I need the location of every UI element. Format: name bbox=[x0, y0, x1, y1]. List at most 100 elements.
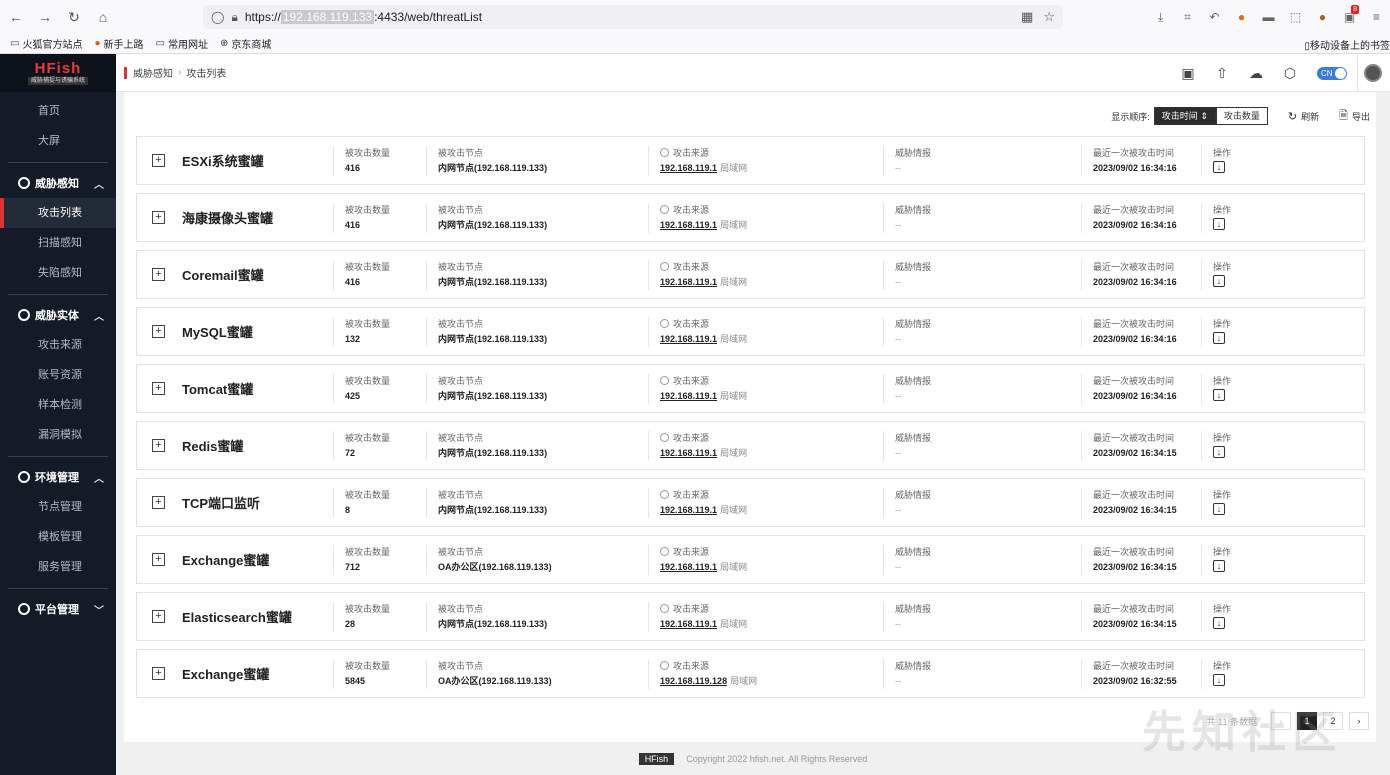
expand-icon[interactable]: + bbox=[152, 496, 165, 509]
sidebar-item-sample-detection[interactable]: 样本检测 bbox=[0, 390, 116, 420]
attack-source-link[interactable]: 192.168.119.1 bbox=[660, 391, 717, 401]
expand-icon[interactable]: + bbox=[152, 439, 165, 452]
sidebar-item-attack-list[interactable]: 攻击列表 bbox=[0, 198, 116, 228]
chevron-up-icon: ︿ bbox=[94, 474, 104, 485]
language-toggle[interactable]: CN bbox=[1317, 66, 1347, 80]
document-icon[interactable]: ▣ bbox=[1171, 54, 1205, 92]
extension-hat-icon[interactable]: ▬ bbox=[1255, 5, 1282, 29]
threat-intel-value: -- bbox=[895, 391, 901, 401]
attack-source-link[interactable]: 192.168.119.128 bbox=[660, 676, 727, 686]
attack-source-link[interactable]: 192.168.119.1 bbox=[660, 220, 717, 230]
attack-source-link[interactable]: 192.168.119.1 bbox=[660, 163, 717, 173]
download-icon[interactable]: ↓ bbox=[1213, 218, 1225, 230]
expand-icon[interactable]: + bbox=[152, 382, 165, 395]
hexagon-settings-icon[interactable]: ⬡ bbox=[1273, 54, 1307, 92]
extension-badge-icon[interactable]: ▣ 8 bbox=[1336, 5, 1363, 29]
download-icon[interactable]: ↓ bbox=[1213, 332, 1225, 344]
attack-source-link[interactable]: 192.168.119.1 bbox=[660, 334, 717, 344]
prev-page-button[interactable]: ‹ bbox=[1271, 712, 1291, 730]
download-icon[interactable]: ⤓ bbox=[1147, 5, 1174, 29]
lock-icon: 🔒︎ bbox=[231, 9, 238, 24]
mobile-bookmarks[interactable]: ▯移动设备上的书签 bbox=[1304, 37, 1390, 52]
bookmark-item[interactable]: ● 新手上路 bbox=[94, 36, 143, 51]
breadcrumb-parent[interactable]: 威胁感知 bbox=[133, 65, 173, 80]
expand-icon[interactable]: + bbox=[152, 553, 165, 566]
attacked-node: OA办公区(192.168.119.133) bbox=[438, 562, 552, 572]
page-1-button[interactable]: 1 bbox=[1297, 712, 1317, 730]
crop-icon[interactable]: ⌗ bbox=[1174, 5, 1201, 29]
translate-icon[interactable]: ▦ bbox=[1021, 9, 1033, 25]
export-button[interactable]: 🗎︎ 导出 bbox=[1339, 107, 1370, 126]
sidebar-item-home[interactable]: 首页 bbox=[0, 96, 116, 126]
table-row: + 海康摄像头蜜罐 被攻击数量 416 被攻击节点 内网节点(192.168.119.13… bbox=[136, 193, 1365, 242]
attack-source-link[interactable]: 192.168.119.1 bbox=[660, 562, 717, 572]
footer: HFish Copyright 2022 hfish.net. All Righ… bbox=[116, 742, 1390, 775]
download-icon[interactable]: ↓ bbox=[1213, 617, 1225, 629]
radar-icon bbox=[18, 177, 30, 189]
bookmark-item[interactable]: ▭ 火狐官方站点 bbox=[10, 36, 82, 51]
sidebar-group-platform-management[interactable]: 平台管理 ﹀ bbox=[0, 594, 116, 624]
threat-intel-value: -- bbox=[895, 676, 901, 686]
attacked-node: 内网节点(192.168.119.133) bbox=[438, 391, 548, 401]
extension-puzzle-icon[interactable]: ⬚ bbox=[1282, 5, 1309, 29]
page-2-button[interactable]: 2 bbox=[1323, 712, 1343, 730]
download-icon[interactable]: ↓ bbox=[1213, 446, 1225, 458]
globe-icon: ⊕ bbox=[219, 38, 229, 49]
address-bar[interactable]: ◯ 🔒︎ https://192.168.119.133:4433/web/th… bbox=[203, 5, 1063, 29]
honeypot-name: Tomcat蜜罐 bbox=[182, 382, 254, 397]
sidebar-item-scan-perception[interactable]: 扫描感知 bbox=[0, 228, 116, 258]
forward-arrow-icon[interactable]: → bbox=[32, 4, 58, 30]
bookmark-item[interactable]: ▭ 常用网址 bbox=[156, 36, 208, 51]
table-row: + Coremail蜜罐 被攻击数量 416 被攻击节点 内网节点(192.168.119… bbox=[136, 250, 1365, 299]
expand-icon[interactable]: + bbox=[152, 268, 165, 281]
sidebar-item-compromise-perception[interactable]: 失陷感知 bbox=[0, 258, 116, 288]
menu-icon[interactable]: ≡ bbox=[1363, 5, 1390, 29]
home-icon[interactable]: ⌂ bbox=[90, 4, 116, 30]
sidebar-item-template-management[interactable]: 模板管理 bbox=[0, 522, 116, 552]
app-logo[interactable]: HFish 威胁捕捉与诱骗系统 bbox=[0, 54, 116, 92]
sidebar-item-bigscreen[interactable]: 大屏 bbox=[0, 126, 116, 156]
download-icon[interactable]: ↓ bbox=[1213, 161, 1225, 173]
back-arrow-icon[interactable]: ← bbox=[3, 4, 29, 30]
sidebar-item-service-management[interactable]: 服务管理 bbox=[0, 552, 116, 582]
download-icon[interactable]: ↓ bbox=[1213, 674, 1225, 686]
sidebar-group-env-management[interactable]: 环境管理 ︿ bbox=[0, 462, 116, 492]
download-icon[interactable]: ↓ bbox=[1213, 560, 1225, 572]
sidebar-group-threat-entity[interactable]: 威胁实体 ︿ bbox=[0, 300, 116, 330]
refresh-button[interactable]: ↻ 刷新 bbox=[1288, 110, 1319, 123]
sort-by-time-button[interactable]: 攻击时间 ⇕ bbox=[1153, 107, 1216, 125]
download-icon[interactable]: ↓ bbox=[1213, 389, 1225, 401]
rocket-icon[interactable]: ⇧ bbox=[1205, 54, 1239, 92]
attack-source-link[interactable]: 192.168.119.1 bbox=[660, 448, 717, 458]
attack-source-link[interactable]: 192.168.119.1 bbox=[660, 505, 717, 515]
extension-cookie-icon[interactable]: ● bbox=[1309, 5, 1336, 29]
sidebar-item-account-resource[interactable]: 账号资源 bbox=[0, 360, 116, 390]
extension-orange-icon[interactable]: ● bbox=[1228, 5, 1255, 29]
reload-icon[interactable]: ↻ bbox=[61, 4, 87, 30]
attack-source-link[interactable]: 192.168.119.1 bbox=[660, 277, 717, 287]
download-icon[interactable]: ↓ bbox=[1213, 275, 1225, 287]
bookmark-item[interactable]: ⊕ 京东商城 bbox=[220, 36, 271, 51]
sidebar-item-node-management[interactable]: 节点管理 bbox=[0, 492, 116, 522]
expand-icon[interactable]: + bbox=[152, 325, 165, 338]
attack-count: 8 bbox=[345, 505, 351, 515]
sidebar-item-vuln-simulation[interactable]: 漏洞模拟 bbox=[0, 420, 116, 450]
avatar[interactable] bbox=[1364, 64, 1382, 82]
expand-icon[interactable]: + bbox=[152, 154, 165, 167]
bookmark-star-icon[interactable]: ☆ bbox=[1043, 9, 1055, 25]
attack-source-link[interactable]: 192.168.119.1 bbox=[660, 619, 717, 629]
expand-icon[interactable]: + bbox=[152, 211, 165, 224]
next-page-button[interactable]: › bbox=[1349, 712, 1369, 730]
expand-icon[interactable]: + bbox=[152, 667, 165, 680]
last-attack-time: 2023/09/02 16:34:15 bbox=[1093, 448, 1177, 458]
expand-icon[interactable]: + bbox=[152, 610, 165, 623]
lan-tag: 局域网 bbox=[720, 163, 748, 173]
sort-by-count-button[interactable]: 攻击数量 bbox=[1215, 107, 1268, 125]
threat-intel-cell: 威胁情报 -- bbox=[883, 488, 931, 518]
download-icon[interactable]: ↓ bbox=[1213, 503, 1225, 515]
sidebar-group-threat-perception[interactable]: 威胁感知 ︿ bbox=[0, 168, 116, 198]
sidebar-item-attack-source[interactable]: 攻击来源 bbox=[0, 330, 116, 360]
undo-icon[interactable]: ↶ bbox=[1201, 5, 1228, 29]
footer-copyright: Copyright 2022 hfish.net. All Rights Res… bbox=[686, 753, 868, 764]
wechat-icon[interactable]: ☁ bbox=[1239, 54, 1273, 92]
